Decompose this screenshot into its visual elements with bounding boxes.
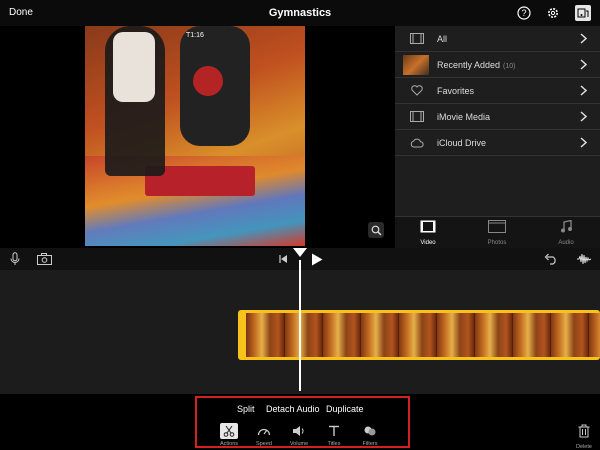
playhead[interactable]: [299, 260, 301, 391]
undo-icon[interactable]: [543, 251, 559, 267]
browser-item-label: iCloud Drive: [437, 137, 487, 148]
tab-video[interactable]: Video: [398, 220, 458, 246]
tool-filters[interactable]: Filters: [350, 423, 390, 447]
duplicate-button[interactable]: Duplicate: [326, 404, 364, 414]
tab-label: Photos: [487, 240, 507, 246]
tool-label: Titles: [327, 441, 341, 447]
settings-gear-icon[interactable]: [545, 5, 561, 21]
tool-label: Actions: [219, 441, 239, 447]
help-icon[interactable]: ?: [516, 5, 532, 21]
media-library-icon[interactable]: [575, 5, 591, 21]
split-button[interactable]: Split: [237, 404, 255, 414]
browser-item-favorites[interactable]: Favorites: [395, 78, 600, 104]
microphone-icon[interactable]: [7, 251, 23, 267]
browser-item-label: Recently Added: [437, 59, 501, 70]
audio-waveform-icon[interactable]: [576, 251, 592, 267]
chevron-right-icon: [576, 33, 590, 44]
browser-item-imovie-media[interactable]: iMovie Media: [395, 104, 600, 130]
tab-photos[interactable]: Photos: [467, 220, 527, 246]
speaker-icon: [290, 423, 308, 439]
film-icon: [409, 110, 425, 124]
delete-label: Delete: [576, 444, 592, 450]
media-browser: All Recently Added (10) Favorites iMovie …: [395, 26, 600, 248]
browser-item-label: All: [437, 33, 448, 44]
detach-audio-button[interactable]: Detach Audio: [266, 404, 320, 414]
tool-label: Volume: [289, 441, 309, 447]
tool-titles[interactable]: Titles: [314, 423, 354, 447]
text-icon: [325, 423, 343, 439]
tool-speed[interactable]: Speed: [244, 423, 284, 447]
skip-to-start-icon[interactable]: [275, 251, 291, 267]
browser-item-recently-added[interactable]: Recently Added (10): [395, 52, 600, 78]
camera-icon[interactable]: [36, 251, 52, 267]
svg-text:?: ?: [521, 8, 526, 18]
browser-item-label: Favorites: [437, 85, 475, 96]
chevron-right-icon: [576, 137, 590, 148]
tool-label: Speed: [256, 441, 272, 447]
media-tabs: Video Photos Audio: [395, 216, 600, 248]
item-count: (10): [503, 62, 516, 70]
playhead-marker[interactable]: [293, 248, 307, 257]
play-icon[interactable]: [309, 251, 325, 267]
filters-icon: [361, 423, 379, 439]
chevron-right-icon: [576, 111, 590, 122]
music-icon: [561, 219, 572, 233]
zoom-icon[interactable]: [368, 222, 384, 238]
speedometer-icon: [255, 423, 273, 439]
chevron-right-icon: [576, 85, 590, 96]
trash-icon: [578, 424, 590, 438]
recent-thumbnail: [403, 54, 429, 75]
tool-actions[interactable]: Actions: [209, 423, 249, 447]
chevron-right-icon: [576, 59, 590, 70]
scissors-icon: [220, 423, 238, 439]
top-bar: Done Gymnastics ?: [0, 0, 600, 26]
tab-label: Audio: [558, 240, 574, 246]
delete-button[interactable]: Delete: [573, 424, 595, 450]
cloud-icon: [409, 136, 425, 150]
tool-volume[interactable]: Volume: [279, 423, 319, 447]
timecode-label: T1:16: [186, 32, 204, 39]
film-icon: [420, 220, 436, 233]
tab-label: Video: [420, 240, 436, 246]
browser-item-label: iMovie Media: [437, 111, 491, 122]
project-title: Gymnastics: [268, 7, 332, 19]
heart-icon: [409, 84, 425, 98]
tab-audio[interactable]: Audio: [536, 219, 596, 246]
film-icon: [409, 32, 425, 46]
browser-item-icloud-drive[interactable]: iCloud Drive: [395, 130, 600, 156]
tool-label: Filters: [362, 441, 378, 447]
browser-item-all[interactable]: All: [395, 26, 600, 52]
video-preview[interactable]: [85, 26, 305, 246]
photos-icon: [488, 220, 506, 233]
